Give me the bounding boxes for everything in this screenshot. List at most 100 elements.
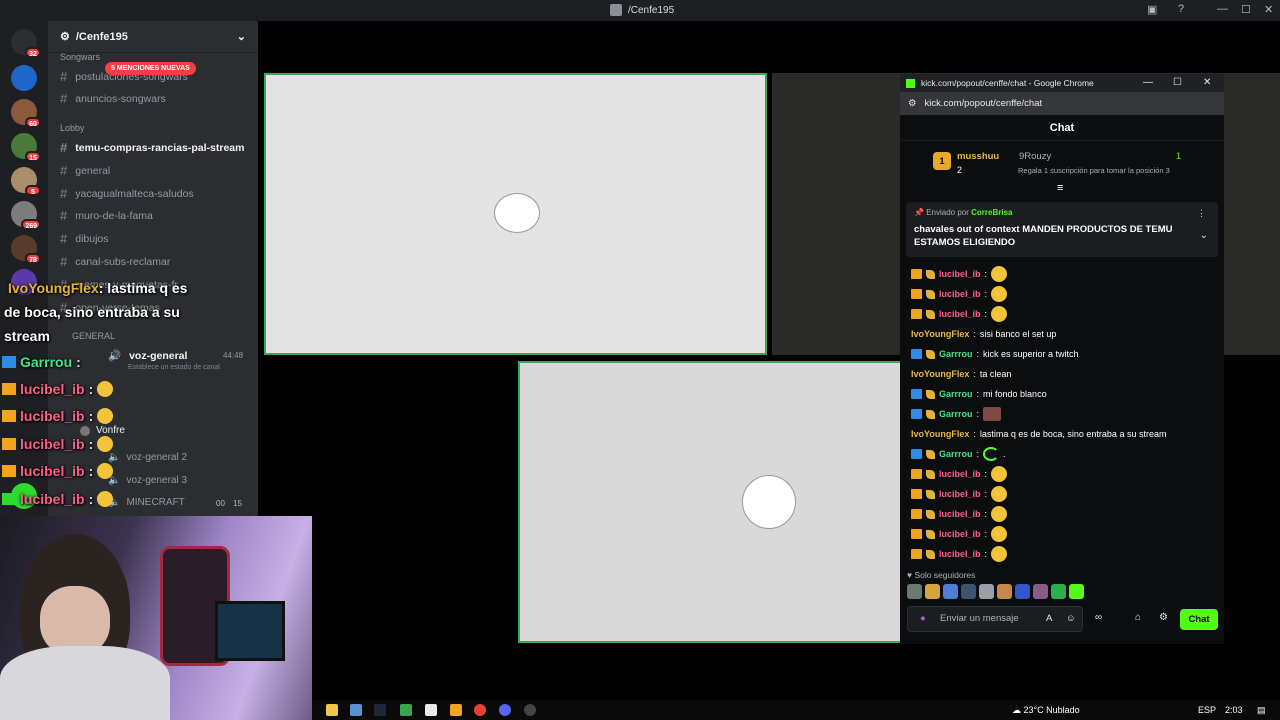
steam-icon[interactable] (374, 704, 386, 716)
mentions-pill[interactable]: 5 MENCIONES NUEVAS (105, 62, 196, 75)
chat-username[interactable]: Garrrou (939, 349, 973, 359)
clock[interactable]: 2:03 (1225, 705, 1243, 715)
server-icon-5[interactable]: 78 (11, 235, 41, 264)
app-icon[interactable] (450, 704, 462, 716)
chat-message[interactable]: Garrrou: kick es superior a twitch (911, 344, 1216, 364)
weather[interactable]: ☁ 23°C Nublado (1012, 705, 1080, 716)
settings-icon[interactable]: ⚙ (1159, 612, 1168, 623)
chat-username[interactable]: lucibel_ib (939, 489, 981, 499)
language-indicator[interactable]: ESP (1198, 705, 1216, 715)
chat-username[interactable]: IvoYoungFlex (911, 329, 969, 339)
channel-item[interactable]: # dibujos (60, 231, 109, 246)
chat-message[interactable]: lucibel_ib: (911, 484, 1216, 504)
category-lobby[interactable]: Lobby (60, 123, 85, 133)
server-header[interactable]: ⚙ /Cenfe195 ⌄ (48, 21, 258, 53)
leaderboard-user[interactable]: musshuu (957, 151, 999, 162)
discord-home-icon[interactable]: 32 (11, 29, 41, 58)
chat-message[interactable]: lucibel_ib: (911, 504, 1216, 524)
voice-participant-tile[interactable] (518, 361, 902, 643)
discord-icon[interactable] (499, 704, 511, 716)
chat-username[interactable]: IvoYoungFlex (911, 429, 969, 439)
maximize-button[interactable]: ☐ (1173, 77, 1182, 88)
send-chat-button[interactable]: Chat (1180, 609, 1218, 630)
chat-message[interactable]: lucibel_ib: (911, 524, 1216, 544)
emote-icon[interactable] (1051, 584, 1066, 599)
chat-username[interactable]: Garrrou (939, 389, 973, 399)
voice-channel-item[interactable]: 🔈 voz-general 3 (108, 475, 187, 486)
voice-channel-item[interactable]: 🔈 voz-general 2 (108, 452, 187, 463)
chat-message[interactable]: IvoYoungFlex: lastima q es de boca, sino … (911, 424, 1216, 444)
channel-item[interactable]: # canal-subs-reclamar (60, 254, 170, 269)
capcut-icon[interactable] (425, 704, 437, 716)
notifications-icon[interactable]: ▤ (1257, 705, 1266, 716)
voice-channel-item[interactable]: 🔊 voz-general (108, 349, 187, 363)
channel-item[interactable]: # general (60, 163, 110, 178)
channel-item[interactable]: # temu-compras-rancias-pal-stream (60, 140, 244, 155)
chevron-down-icon[interactable]: ⌄ (237, 30, 246, 43)
chevron-down-icon[interactable]: ⌄ (1200, 230, 1208, 241)
more-icon[interactable]: ⋮ (1197, 208, 1206, 219)
close-button[interactable]: ✕ (1264, 3, 1273, 16)
emoji-icon[interactable]: ☺ (1066, 613, 1076, 624)
emote-icon[interactable] (943, 584, 958, 599)
inbox-icon[interactable]: ▣ (1147, 3, 1157, 16)
emote-icon[interactable] (907, 584, 922, 599)
category-songwars[interactable]: Songwars (60, 52, 100, 62)
address-bar[interactable]: ⚙ kick.com/popout/cenffe/chat (900, 92, 1224, 115)
emote-icon[interactable] (1015, 584, 1030, 599)
link-icon[interactable]: ∞ (1095, 612, 1102, 623)
chat-username[interactable]: Garrrou (939, 449, 973, 459)
server-icon-4[interactable]: 269 (11, 201, 41, 230)
chat-username[interactable]: lucibel_ib (939, 269, 981, 279)
pinned-message[interactable]: 📌 Enviado por CorreBrisa chavales out of… (906, 202, 1218, 257)
app-icon[interactable] (400, 704, 412, 716)
gear-icon[interactable]: ⚙ (60, 30, 70, 43)
voice-participant-tile[interactable] (264, 73, 767, 355)
file-explorer-icon[interactable] (326, 704, 338, 716)
close-button[interactable]: ✕ (1203, 77, 1211, 88)
help-icon[interactable]: ? (1178, 3, 1184, 15)
chat-username[interactable]: lucibel_ib (939, 289, 981, 299)
translate-icon[interactable]: A (1046, 613, 1052, 624)
chat-username[interactable]: lucibel_ib (939, 469, 981, 479)
expand-leaderboard-icon[interactable]: ≡ (1057, 182, 1063, 194)
minimize-button[interactable]: — (1217, 3, 1228, 15)
chat-message[interactable]: lucibel_ib: (911, 284, 1216, 304)
channel-item[interactable]: # muro-de-la-fama (60, 208, 153, 223)
emote-icon[interactable] (997, 584, 1012, 599)
chat-username[interactable]: IvoYoungFlex (911, 369, 969, 379)
chat-message[interactable]: lucibel_ib: (911, 544, 1216, 564)
chat-message[interactable]: Garrrou: (911, 404, 1216, 424)
chat-message[interactable]: IvoYoungFlex: ta clean (911, 364, 1216, 384)
server-elite[interactable] (11, 65, 37, 91)
obs-icon[interactable] (524, 704, 536, 716)
chat-username[interactable]: lucibel_ib (939, 529, 981, 539)
site-settings-icon[interactable]: ⚙ (908, 98, 917, 109)
emote-icon[interactable] (1033, 584, 1048, 599)
minimize-button[interactable]: — (1143, 77, 1153, 88)
chat-username[interactable]: lucibel_ib (939, 549, 981, 559)
emote-icon[interactable] (925, 584, 940, 599)
chat-message[interactable]: lucibel_ib: (911, 264, 1216, 284)
chat-username[interactable]: lucibel_ib (939, 509, 981, 519)
emote-icon[interactable] (1069, 584, 1084, 599)
voice-user[interactable]: Vonfre (80, 425, 125, 436)
gifter-user[interactable]: 9Rouzy (1019, 151, 1051, 162)
chat-message[interactable]: Garrrou:. (911, 444, 1216, 464)
server-icon-3[interactable]: 5 (11, 167, 41, 196)
chat-message[interactable]: Garrrou: mi fondo blanco (911, 384, 1216, 404)
chrome-icon[interactable] (474, 704, 486, 716)
server-icon-1[interactable]: 60 (11, 99, 41, 128)
chat-input[interactable]: ● Enviar un mensaje A ☺ (907, 606, 1083, 632)
store-icon[interactable]: ⌂ (1135, 612, 1141, 623)
mic-icon[interactable]: ● (920, 613, 926, 624)
voice-channel-item[interactable]: 🔈 MINECRAFT (108, 497, 185, 508)
voice-status[interactable]: Establece un estado de canal (128, 364, 220, 371)
emote-icon[interactable] (979, 584, 994, 599)
emote-icon[interactable] (961, 584, 976, 599)
chat-username[interactable]: lucibel_ib (939, 309, 981, 319)
maximize-button[interactable]: ☐ (1241, 3, 1251, 16)
gift-prompt[interactable]: Regala 1 suscripción para tomar la posic… (1018, 166, 1170, 175)
category-general[interactable]: GENERAL (72, 331, 115, 341)
chat-message[interactable]: IvoYoungFlex: sisi banco el set up (911, 324, 1216, 344)
